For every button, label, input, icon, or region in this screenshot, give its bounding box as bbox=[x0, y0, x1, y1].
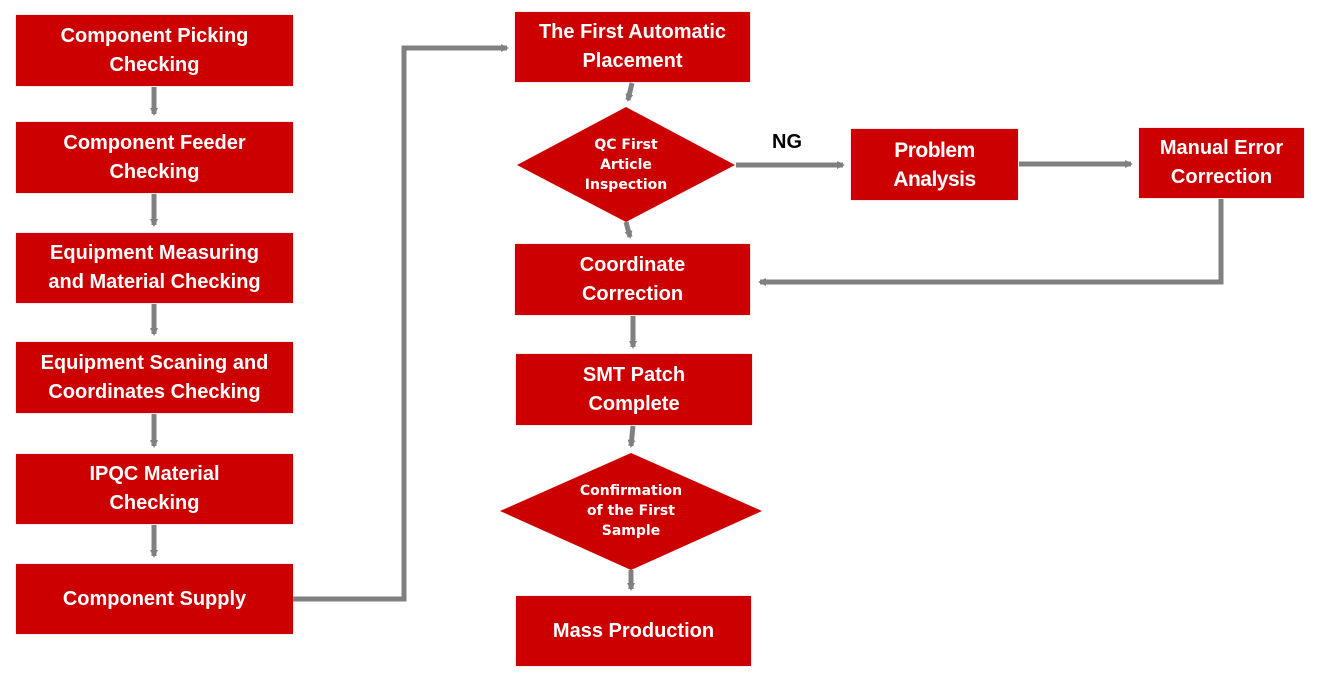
node-label: SMT Patch Complete bbox=[582, 363, 686, 415]
qc-decision-label[interactable]: QC First Article Inspection bbox=[556, 120, 696, 210]
node-label: Coordinate Correction bbox=[579, 253, 686, 305]
ng-label: NG bbox=[772, 131, 802, 153]
node-component-supply[interactable]: Component Supply bbox=[16, 564, 293, 634]
arrow-placement-to-qc bbox=[625, 82, 635, 102]
arrow-smt-to-confirmation bbox=[627, 425, 636, 448]
node-label: Component Picking Checking bbox=[60, 24, 249, 76]
node-equipment-measuring[interactable]: Equipment Measuring and Material Checkin… bbox=[16, 233, 293, 303]
node-component-picking-checking[interactable]: Component Picking Checking bbox=[16, 15, 293, 86]
decision-text: Confirmation of the First Sample bbox=[579, 483, 683, 539]
node-component-feeder-checking[interactable]: Component Feeder Checking bbox=[16, 122, 293, 193]
node-label: Equipment Measuring and Material Checkin… bbox=[48, 242, 261, 293]
node-label: Component Supply bbox=[62, 587, 247, 610]
confirmation-decision-label[interactable]: Confirmation of the First Sample bbox=[551, 466, 711, 556]
node-ipqc-material-checking[interactable]: IPQC Material Checking bbox=[16, 454, 293, 524]
node-manual-error-correction[interactable]: Manual Error Correction bbox=[1139, 128, 1304, 198]
decision-text: QC First Article Inspection bbox=[584, 137, 668, 193]
node-smt-patch-complete[interactable]: SMT Patch Complete bbox=[516, 354, 752, 425]
node-first-automatic-placement[interactable]: The First Automatic Placement bbox=[515, 12, 750, 82]
node-label: Equipment Scaning and Coordinates Checki… bbox=[40, 351, 269, 403]
node-label: The First Automatic Placement bbox=[538, 21, 727, 72]
node-problem-analysis[interactable]: Problem Analysis bbox=[851, 129, 1018, 200]
node-label: Mass Production bbox=[552, 619, 715, 642]
node-label: Manual Error Correction bbox=[1159, 137, 1284, 188]
node-mass-production[interactable]: Mass Production bbox=[516, 596, 751, 666]
node-label: IPQC Material Checking bbox=[89, 463, 220, 514]
node-coordinate-correction[interactable]: Coordinate Correction bbox=[515, 244, 750, 315]
arrow-manual-to-coordinate bbox=[758, 199, 1224, 286]
arrow-qc-to-coordinate bbox=[623, 221, 633, 239]
node-label: Problem Analysis bbox=[893, 138, 976, 191]
arrow-supply-to-placement bbox=[293, 44, 509, 602]
node-label: Component Feeder Checking bbox=[63, 131, 246, 183]
node-equipment-scaning[interactable]: Equipment Scaning and Coordinates Checki… bbox=[16, 342, 293, 413]
